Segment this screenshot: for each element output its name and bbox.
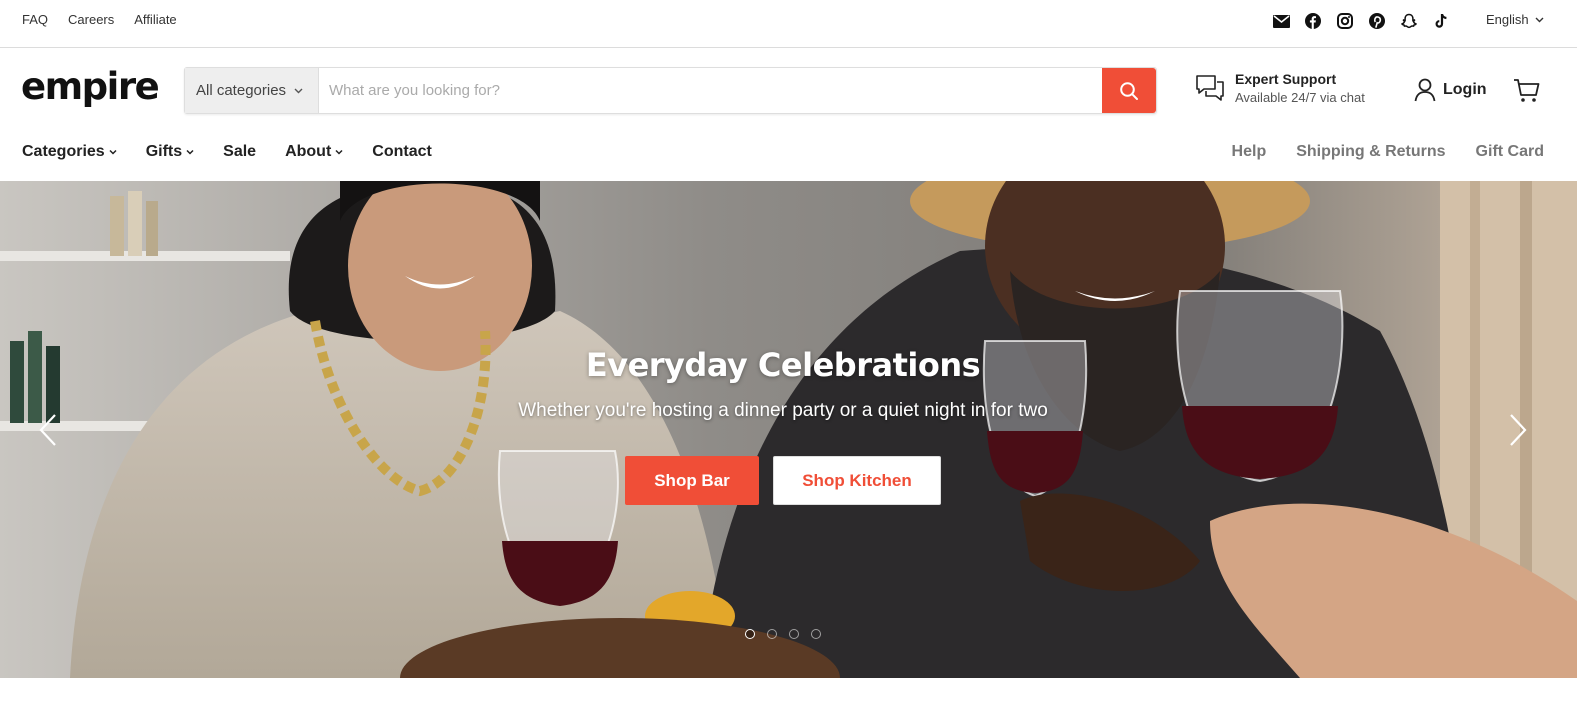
nav-item-categories[interactable]: Categories [22,143,117,161]
chevron-down-icon [186,149,194,155]
language-label: English [1486,12,1529,27]
tiktok-icon[interactable] [1430,11,1452,31]
nav-item-shipping-returns[interactable]: Shipping & Returns [1296,143,1445,161]
main-navigation: Categories Gifts Sale About Contact Help… [0,130,1577,181]
chevron-down-icon [1535,17,1544,22]
support-text: Expert Support Available 24/7 via chat [1235,71,1365,105]
chevron-down-icon [294,88,303,93]
snapchat-icon[interactable] [1398,11,1420,31]
nav-item-gifts[interactable]: Gifts [146,143,194,161]
hero-slideshow: Everyday Celebrations Whether you're hos… [0,181,1577,678]
search-input[interactable] [319,68,1102,113]
top-utility-bar: FAQ Careers Affiliate English [0,0,1577,48]
hero-subtitle: Whether you're hosting a dinner party or… [518,400,1048,421]
chevron-right-icon[interactable] [1505,413,1529,447]
shop-kitchen-button[interactable]: Shop Kitchen [773,456,941,505]
hero-title: Everyday Celebrations [585,346,981,384]
facebook-icon[interactable] [1302,11,1324,31]
nav-item-label: Gifts [145,143,183,160]
nav-item-sale[interactable]: Sale [223,143,256,161]
nav-item-contact[interactable]: Contact [372,143,432,161]
pinterest-icon[interactable] [1366,11,1388,31]
category-select-label: All categories [196,82,287,99]
site-logo[interactable]: empire [21,65,160,109]
expert-support[interactable]: Expert Support Available 24/7 via chat [1195,71,1365,105]
nav-item-label: Sale [223,143,257,160]
login-label: Login [1443,81,1487,98]
instagram-icon[interactable] [1334,11,1356,31]
top-links: FAQ Careers Affiliate [22,12,177,27]
careers-link[interactable]: Careers [68,12,114,27]
cart-button[interactable] [1513,78,1540,108]
chevron-down-icon [109,149,117,155]
chat-icon [1196,75,1224,101]
slide-indicators [745,629,821,639]
chevron-down-icon [335,149,343,155]
search-button[interactable] [1102,68,1156,113]
support-title: Expert Support [1235,71,1337,87]
shop-bar-button[interactable]: Shop Bar [625,456,759,505]
social-icons [1270,11,1452,31]
nav-item-label: Categories [22,143,105,160]
slide-dot[interactable] [789,629,799,639]
search-bar: All categories [184,67,1157,114]
category-select[interactable]: All categories [185,68,319,113]
affiliate-link[interactable]: Affiliate [134,12,176,27]
user-icon [1414,78,1436,102]
faq-link[interactable]: FAQ [22,12,48,27]
slide-dot[interactable] [811,629,821,639]
slide-dot[interactable] [767,629,777,639]
nav-item-help[interactable]: Help [1232,143,1267,161]
nav-item-about[interactable]: About [285,143,343,161]
cart-icon [1514,79,1540,102]
nav-right: Help Shipping & Returns Gift Card [1232,143,1544,161]
nav-item-label: Contact [372,143,432,160]
search-icon [1120,81,1138,100]
support-subtitle: Available 24/7 via chat [1235,90,1365,105]
site-header: empire All categories Expert Support Ava… [0,48,1577,130]
nav-item-label: About [285,143,332,160]
chevron-left-icon[interactable] [37,413,61,447]
email-icon[interactable] [1270,11,1292,31]
nav-item-gift-card[interactable]: Gift Card [1476,143,1544,161]
login-link[interactable]: Login [1414,78,1487,102]
slide-dot[interactable] [745,629,755,639]
nav-left: Categories Gifts Sale About Contact [22,143,432,161]
hero-image [0,181,1577,678]
language-selector[interactable]: English [1486,12,1544,27]
